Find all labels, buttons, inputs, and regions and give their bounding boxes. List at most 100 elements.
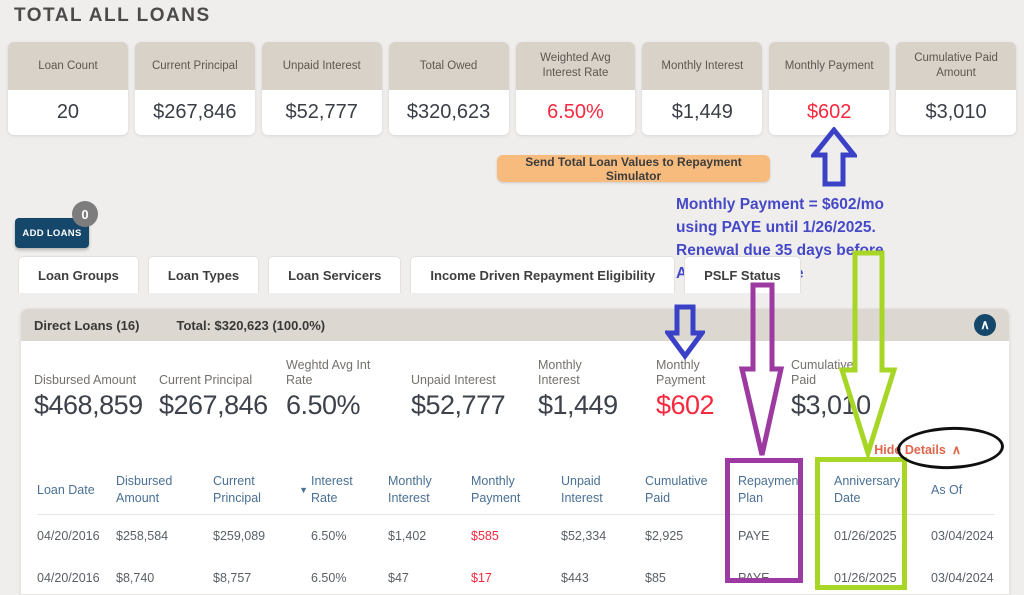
- cell-monthly-interest: $47: [388, 566, 450, 590]
- stat-value: $602: [656, 390, 720, 421]
- column-header-anniversary-date[interactable]: Anniversary Date: [834, 469, 924, 511]
- stat-label: Unpaid Interest: [411, 373, 521, 389]
- collapse-panel-button[interactable]: ∧: [974, 314, 996, 336]
- stat-value: $1,449: [538, 390, 600, 421]
- card-loan-count: Loan Count 20: [8, 42, 128, 135]
- card-label: Cumulative Paid Amount: [896, 42, 1016, 90]
- cell-current-principal: $259,089: [213, 524, 308, 548]
- tab-idr-eligibility[interactable]: Income Driven Repayment Eligibility: [410, 256, 675, 293]
- card-value: $1,449: [642, 90, 762, 135]
- stat-monthly-interest: Monthly Interest $1,449: [538, 355, 600, 421]
- card-value: $52,777: [262, 90, 382, 135]
- table-header-divider: [37, 514, 995, 515]
- cell-interest-rate: 6.50%: [311, 524, 371, 548]
- card-label: Weighted Avg Interest Rate: [516, 42, 636, 90]
- tab-loan-groups[interactable]: Loan Groups: [18, 256, 139, 293]
- stat-value: $267,846: [159, 390, 279, 421]
- stat-current-principal: Current Principal $267,846: [159, 355, 279, 421]
- cell-repayment-plan: PAYE: [738, 566, 816, 590]
- panel-total: Total: $320,623 (100.0%): [176, 318, 325, 333]
- stat-value: $3,010: [791, 390, 871, 421]
- column-header-disbursed-amount[interactable]: Disbursed Amount: [116, 469, 198, 511]
- stat-cumulative-paid: Cumulative Paid $3,010: [791, 355, 871, 421]
- stat-monthly-payment: Monthly Payment $602: [656, 355, 720, 421]
- card-label: Unpaid Interest: [262, 42, 382, 90]
- direct-loans-panel: Direct Loans (16) Total: $320,623 (100.0…: [20, 308, 1010, 595]
- column-header-monthly-interest[interactable]: Monthly Interest: [388, 469, 450, 511]
- column-header-monthly-payment[interactable]: Monthly Payment: [471, 469, 537, 511]
- hide-details-toggle[interactable]: Hide Details ∧: [874, 442, 961, 457]
- card-value: $267,846: [135, 90, 255, 135]
- cell-anniversary-date: 01/26/2025: [834, 566, 924, 590]
- column-header-unpaid-interest[interactable]: Unpaid Interest: [561, 469, 625, 511]
- column-header-as-of[interactable]: As Of: [931, 469, 993, 511]
- annotation-line: Monthly Payment = $602/mo: [676, 193, 1016, 216]
- cell-monthly-interest: $1,402: [388, 524, 450, 548]
- cell-cumulative-paid: $85: [645, 566, 727, 590]
- page-title: TOTAL ALL LOANS: [14, 5, 211, 27]
- stat-weighted-avg-rate: Weghtd Avg Int Rate 6.50%: [286, 355, 386, 421]
- panel-title: Direct Loans (16): [34, 318, 139, 333]
- column-header-interest-rate[interactable]: Interest Rate: [311, 469, 371, 511]
- tab-loan-types[interactable]: Loan Types: [148, 256, 259, 293]
- stat-unpaid-interest: Unpaid Interest $52,777: [411, 355, 521, 421]
- card-weighted-avg-rate: Weighted Avg Interest Rate 6.50%: [516, 42, 636, 135]
- card-value: 6.50%: [516, 90, 636, 135]
- card-label: Monthly Payment: [769, 42, 889, 90]
- card-unpaid-interest: Unpaid Interest $52,777: [262, 42, 382, 135]
- card-value: $3,010: [896, 90, 1016, 135]
- cell-as-of: 03/04/2024: [931, 566, 993, 590]
- card-value: 20: [8, 90, 128, 135]
- cell-as-of: 03/04/2024: [931, 524, 993, 548]
- column-header-current-principal[interactable]: Current Principal ▼: [213, 469, 308, 511]
- card-monthly-payment: Monthly Payment $602: [769, 42, 889, 135]
- hide-details-label: Hide Details: [874, 443, 946, 457]
- cell-cumulative-paid: $2,925: [645, 524, 727, 548]
- cell-anniversary-date: 01/26/2025: [834, 524, 924, 548]
- cell-unpaid-interest: $443: [561, 566, 625, 590]
- blue-up-arrow-annotation: [811, 127, 857, 187]
- card-label: Loan Count: [8, 42, 128, 90]
- card-cumulative-paid: Cumulative Paid Amount $3,010: [896, 42, 1016, 135]
- column-header-label: Current Principal: [213, 473, 295, 507]
- tab-pslf-status[interactable]: PSLF Status: [684, 256, 801, 293]
- cell-monthly-payment: $17: [471, 566, 537, 590]
- column-header-loan-date[interactable]: Loan Date: [37, 469, 112, 511]
- card-label: Total Owed: [389, 42, 509, 90]
- stat-label: Cumulative Paid: [791, 358, 871, 389]
- tab-loan-servicers[interactable]: Loan Servicers: [268, 256, 401, 293]
- card-label: Current Principal: [135, 42, 255, 90]
- stat-value: $468,859: [34, 390, 159, 421]
- cell-loan-date: 04/20/2016: [37, 524, 112, 548]
- chevron-up-icon: ∧: [952, 442, 961, 457]
- card-label: Monthly Interest: [642, 42, 762, 90]
- stat-label: Monthly Interest: [538, 358, 600, 389]
- panel-header: Direct Loans (16) Total: $320,623 (100.0…: [21, 309, 1009, 341]
- stat-label: Disbursed Amount: [34, 373, 159, 389]
- stat-label: Monthly Payment: [656, 358, 720, 389]
- annotation-line: using PAYE until 1/26/2025.: [676, 216, 1016, 239]
- stat-label: Weghtd Avg Int Rate: [286, 358, 386, 389]
- stat-label: Current Principal: [159, 373, 279, 389]
- summary-cards: Loan Count 20 Current Principal $267,846…: [8, 42, 1016, 135]
- card-current-principal: Current Principal $267,846: [135, 42, 255, 135]
- stat-disbursed-amount: Disbursed Amount $468,859: [34, 355, 159, 421]
- cell-current-principal: $8,757: [213, 566, 308, 590]
- card-monthly-interest: Monthly Interest $1,449: [642, 42, 762, 135]
- cell-disbursed-amount: $8,740: [116, 566, 198, 590]
- cell-loan-date: 04/20/2016: [37, 566, 112, 590]
- add-loans-count-badge: 0: [72, 201, 98, 227]
- sort-descending-icon: ▼: [299, 484, 308, 496]
- cell-interest-rate: 6.50%: [311, 566, 371, 590]
- column-header-repayment-plan[interactable]: Repayment Plan: [738, 469, 816, 511]
- cell-repayment-plan: PAYE: [738, 524, 816, 548]
- card-value: $602: [769, 90, 889, 135]
- column-header-cumulative-paid[interactable]: Cumulative Paid: [645, 469, 727, 511]
- chevron-up-icon: ∧: [980, 318, 990, 331]
- cell-unpaid-interest: $52,334: [561, 524, 625, 548]
- stat-value: 6.50%: [286, 390, 386, 421]
- stat-value: $52,777: [411, 390, 521, 421]
- cell-disbursed-amount: $258,584: [116, 524, 198, 548]
- send-to-repayment-simulator-button[interactable]: Send Total Loan Values to Repayment Simu…: [497, 155, 770, 182]
- tab-bar: Loan Groups Loan Types Loan Servicers In…: [18, 256, 801, 293]
